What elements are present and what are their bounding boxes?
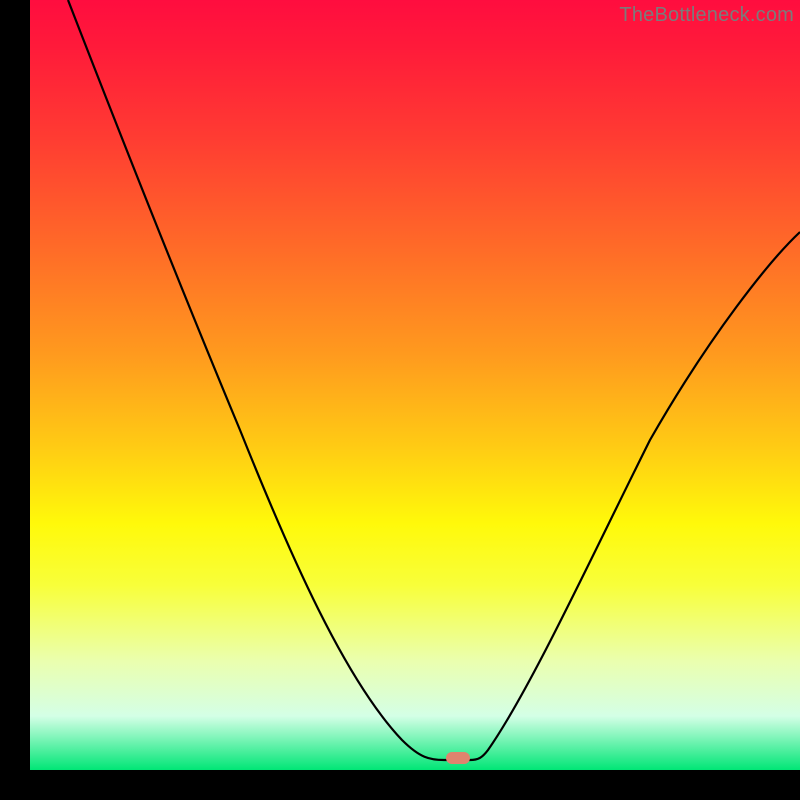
optimum-marker	[446, 752, 470, 764]
chart-frame: TheBottleneck.com	[0, 0, 800, 800]
bottleneck-curve	[30, 0, 800, 770]
watermark-text: TheBottleneck.com	[619, 4, 794, 27]
plot-area	[30, 0, 800, 770]
